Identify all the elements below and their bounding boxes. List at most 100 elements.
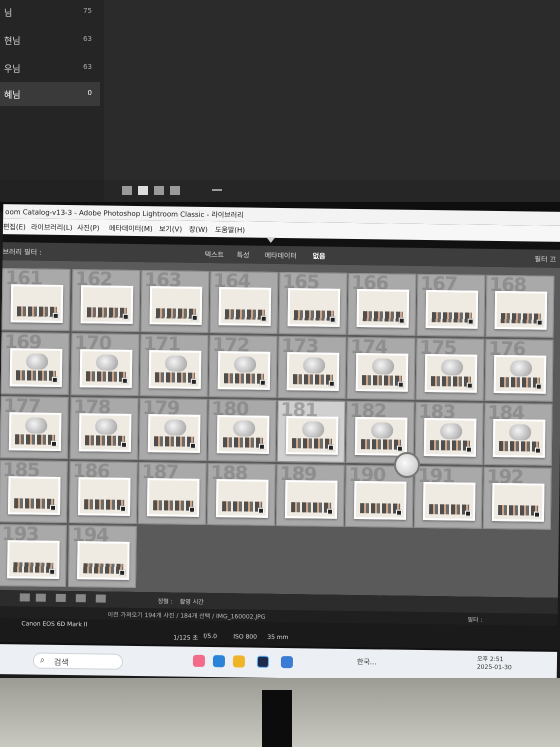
filter-tab-text[interactable]: 텍스트 <box>205 250 224 260</box>
filter-tab-none[interactable]: 없음 <box>313 251 326 261</box>
photo-cell[interactable]: 174 <box>346 336 416 400</box>
collection-item[interactable]: 우님 63 <box>0 56 100 80</box>
photo-thumbnail[interactable] <box>148 350 202 389</box>
photo-thumbnail[interactable] <box>218 287 272 326</box>
photo-thumbnail[interactable] <box>216 415 270 454</box>
photo-cell[interactable]: 180 <box>207 398 277 462</box>
photo-thumbnail[interactable] <box>7 540 60 579</box>
photo-cell[interactable]: 179 <box>138 397 208 461</box>
sort-icon[interactable] <box>212 189 222 191</box>
photo-cell[interactable]: 194 <box>67 524 137 589</box>
photo-thumbnail[interactable] <box>492 418 546 458</box>
collection-item[interactable]: 님 75 <box>0 0 100 24</box>
photo-thumbnail[interactable] <box>7 476 61 515</box>
photo-cell[interactable]: 175 <box>415 337 485 401</box>
grid-view-icon[interactable] <box>122 186 132 195</box>
photo-cell[interactable]: 192 <box>482 466 552 530</box>
photo-thumbnail[interactable] <box>77 541 130 580</box>
photo-cell[interactable]: 169 <box>0 331 70 396</box>
photo-cell[interactable]: 167 <box>416 273 486 337</box>
photo-thumbnail[interactable] <box>146 478 200 517</box>
photo-thumbnail[interactable] <box>147 414 201 453</box>
filter-off-button[interactable]: 필터 끄 <box>535 255 557 265</box>
photo-cell[interactable]: 166 <box>347 272 417 336</box>
photo-cell[interactable]: 181 <box>276 399 346 463</box>
photo-cell[interactable]: 168 <box>485 274 555 338</box>
app-icon[interactable] <box>192 654 206 667</box>
photo-cell[interactable]: 191 <box>413 465 483 529</box>
photo-cell[interactable]: 173 <box>277 335 347 399</box>
photo-thumbnail[interactable] <box>80 285 134 324</box>
photo-cell[interactable]: 188 <box>206 462 276 526</box>
photo-thumbnail[interactable] <box>215 479 269 518</box>
collection-item[interactable]: 현님 63 <box>0 28 100 52</box>
photo-cell[interactable]: 161 <box>1 267 71 332</box>
photo-cell[interactable]: 193 <box>0 523 67 588</box>
photo-thumbnail[interactable] <box>77 477 131 516</box>
photo-thumbnail[interactable] <box>494 290 548 330</box>
photo-thumbnail[interactable] <box>422 482 476 521</box>
photo-cell[interactable]: 183 <box>414 401 484 465</box>
loupe-view-icon[interactable] <box>35 593 46 602</box>
grid-view-icon[interactable] <box>19 593 30 602</box>
filter-tab-metadata[interactable]: 메타데이터 <box>265 251 297 261</box>
compare-view-icon[interactable] <box>154 186 164 195</box>
people-view-icon[interactable] <box>95 594 106 603</box>
photo-thumbnail[interactable] <box>79 349 133 388</box>
photo-cell[interactable]: 176 <box>484 338 554 402</box>
collection-item-selected[interactable]: 혜님 0 <box>0 82 100 106</box>
photo-cell[interactable]: 171 <box>139 333 209 397</box>
lightroom-icon[interactable] <box>256 655 270 668</box>
photo-thumbnail[interactable] <box>286 352 340 391</box>
photo-thumbnail[interactable] <box>424 354 478 393</box>
photo-thumbnail[interactable] <box>8 412 62 451</box>
photo-cell[interactable]: 184 <box>483 402 553 466</box>
loupe-view-icon[interactable] <box>138 186 148 195</box>
photo-cell[interactable]: 162 <box>71 268 141 333</box>
menu-window[interactable]: 창(W) <box>189 225 208 235</box>
photo-cell[interactable]: 185 <box>0 459 68 524</box>
photo-thumbnail[interactable] <box>287 288 341 327</box>
photo-cell[interactable]: 172 <box>208 334 278 398</box>
compare-view-icon[interactable] <box>55 593 66 603</box>
photo-thumbnail[interactable] <box>354 417 408 456</box>
survey-view-icon[interactable] <box>170 186 180 195</box>
photo-cell[interactable]: 163 <box>140 269 210 333</box>
menu-photo[interactable]: 사진(P) <box>77 223 100 233</box>
panel-collapse-arrow-icon[interactable] <box>266 237 275 243</box>
menu-view[interactable]: 보기(V) <box>159 224 182 234</box>
menu-edit[interactable]: 편집(E) <box>3 222 26 232</box>
folder-icon[interactable] <box>232 655 246 668</box>
photo-thumbnail[interactable] <box>10 284 64 323</box>
survey-view-icon[interactable] <box>75 594 86 603</box>
photo-thumbnail[interactable] <box>491 482 545 522</box>
photo-cell[interactable]: 186 <box>68 460 138 525</box>
menu-library[interactable]: 라이브러리(L) <box>31 223 73 234</box>
photo-cell[interactable]: 189 <box>275 463 345 527</box>
photo-thumbnail[interactable] <box>355 353 409 392</box>
photo-cell[interactable]: 164 <box>209 270 279 334</box>
photo-cell[interactable]: 165 <box>278 271 348 335</box>
menu-metadata[interactable]: 메타데이터(M) <box>109 224 153 235</box>
photo-thumbnail[interactable] <box>425 290 479 329</box>
photo-thumbnail[interactable] <box>493 354 547 394</box>
photo-cell[interactable]: 187 <box>137 461 207 525</box>
photo-thumbnail[interactable] <box>78 413 132 452</box>
photo-thumbnail[interactable] <box>9 348 63 387</box>
photo-thumbnail[interactable] <box>356 289 410 328</box>
photo-thumbnail[interactable] <box>217 351 271 390</box>
taskbar-search-input[interactable]: ⌕ 검색 <box>32 652 124 670</box>
photo-thumbnail[interactable] <box>285 416 339 455</box>
photo-cell[interactable]: 170 <box>70 332 140 397</box>
photo-thumbnail[interactable] <box>353 481 407 520</box>
sort-select[interactable]: 촬영 시간 <box>180 597 204 606</box>
photo-thumbnail[interactable] <box>284 480 338 519</box>
taskbar-clock[interactable]: 오후 2:51 2025-01-30 <box>477 656 512 672</box>
filter-tab-attribute[interactable]: 특성 <box>237 250 250 260</box>
photo-cell[interactable]: 177 <box>0 395 69 460</box>
menu-help[interactable]: 도움말(H) <box>215 225 245 235</box>
photo-cell[interactable]: 178 <box>69 396 139 461</box>
edge-icon[interactable] <box>212 655 226 668</box>
photo-thumbnail[interactable] <box>149 286 203 325</box>
photoshop-icon[interactable] <box>280 656 294 669</box>
